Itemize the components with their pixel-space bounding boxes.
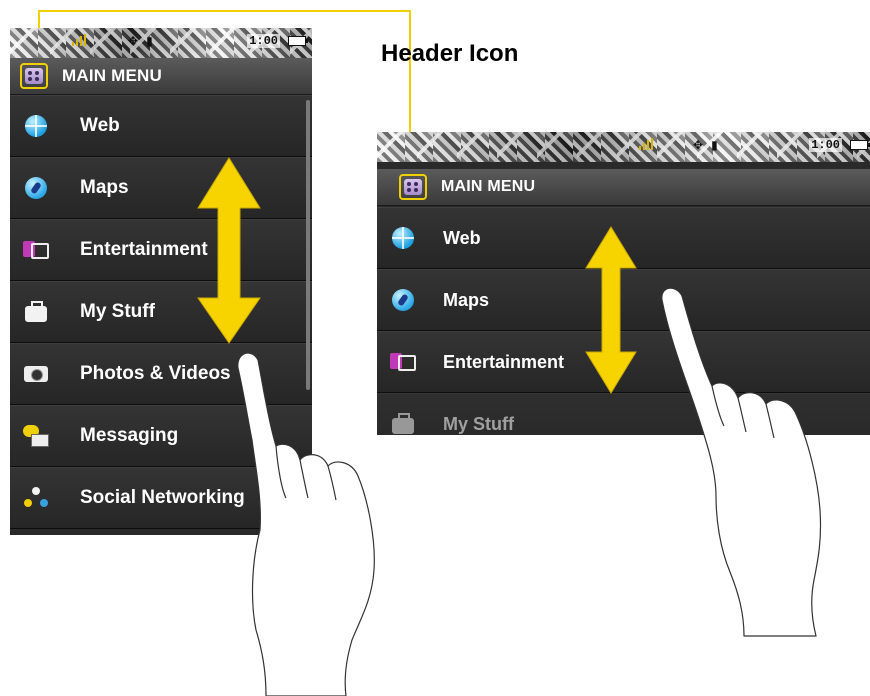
finger-gesture-icon: [661, 287, 822, 637]
scroll-arrow-icon: [197, 157, 261, 344]
scroll-arrow-icon: [585, 226, 637, 394]
finger-gesture-icon: [237, 352, 375, 696]
gesture-overlay: [197, 157, 822, 696]
